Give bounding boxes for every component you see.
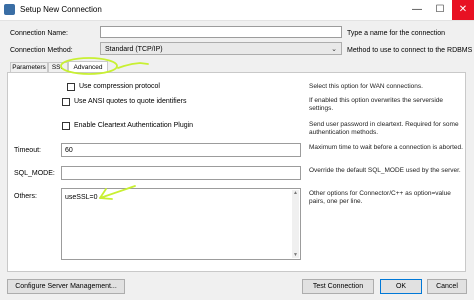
use-compression-label: Use compression protocol: [79, 83, 160, 90]
ansi-quotes-checkbox[interactable]: [62, 98, 70, 106]
connection-name-input[interactable]: [100, 26, 342, 38]
title-bar: Setup New Connection — ☐ ✕: [0, 0, 474, 21]
tab-ssl[interactable]: SSL: [48, 62, 68, 72]
connection-name-help: Type a name for the connection: [347, 30, 446, 37]
cleartext-auth-checkbox[interactable]: [62, 122, 70, 130]
tab-parameters[interactable]: Parameters: [10, 62, 48, 72]
connection-method-label: Connection Method:: [10, 47, 73, 54]
timeout-value: 60: [65, 147, 73, 154]
use-compression-help: Select this option for WAN connections.: [309, 83, 423, 90]
advanced-tab-underline: [117, 62, 149, 69]
cancel-button[interactable]: Cancel: [427, 279, 467, 294]
sql-mode-input[interactable]: [61, 166, 301, 180]
scrollbar[interactable]: ▲ ▼: [292, 190, 299, 258]
chevron-down-icon: ⌄: [331, 46, 337, 53]
sql-mode-help: Override the default SQL_MODE used by th…: [309, 167, 461, 174]
close-icon[interactable]: ✕: [452, 0, 474, 20]
connection-method-value: Standard (TCP/IP): [105, 46, 163, 53]
sql-mode-label: SQL_MODE:: [14, 170, 55, 177]
configure-server-button[interactable]: Configure Server Management...: [7, 279, 125, 294]
timeout-input[interactable]: 60: [61, 143, 301, 157]
others-value: useSSL=0: [65, 194, 98, 201]
test-connection-button[interactable]: Test Connection: [302, 279, 374, 294]
scroll-down-icon[interactable]: ▼: [293, 252, 298, 258]
ok-button[interactable]: OK: [380, 279, 422, 294]
use-compression-checkbox[interactable]: [67, 83, 75, 91]
cleartext-auth-label: Enable Cleartext Authentication Plugin: [74, 122, 194, 129]
timeout-help: Maximum time to wait before a connection…: [309, 144, 463, 151]
window-title: Setup New Connection: [20, 5, 102, 14]
connection-name-label: Connection Name:: [10, 30, 68, 37]
cleartext-auth-help: Send user password in cleartext. Require…: [309, 121, 459, 136]
connection-method-help: Method to use to connect to the RDBMS: [347, 47, 473, 54]
app-icon: [4, 4, 15, 15]
others-textarea[interactable]: useSSL=0 ▲ ▼: [61, 188, 301, 260]
others-help: Other options for Connector/C++ as optio…: [309, 190, 451, 205]
maximize-icon[interactable]: ☐: [429, 0, 451, 20]
ansi-quotes-help: If enabled this option overwrites the se…: [309, 97, 444, 112]
others-label: Others:: [14, 193, 37, 200]
minimize-icon[interactable]: —: [406, 0, 428, 20]
scroll-up-icon[interactable]: ▲: [293, 190, 298, 196]
timeout-label: Timeout:: [14, 147, 41, 154]
ansi-quotes-label: Use ANSI quotes to quote identifiers: [74, 98, 187, 105]
connection-method-select[interactable]: Standard (TCP/IP) ⌄: [100, 42, 342, 55]
